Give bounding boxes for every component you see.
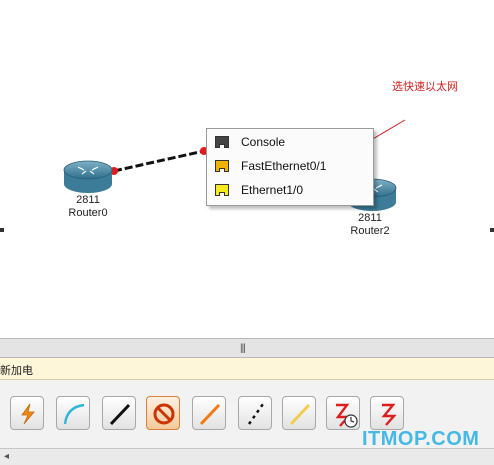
router2-model-label: 2811 xyxy=(358,212,382,224)
splitter-grip-icon[interactable]: ||| xyxy=(240,343,246,354)
port-selection-menu: Console FastEthernet0/1 Ethernet1/0 xyxy=(206,128,374,206)
panel-splitter[interactable]: ||| xyxy=(0,338,494,358)
ethernet-port-icon xyxy=(215,184,229,196)
tool-serial-dce-cable[interactable] xyxy=(326,396,360,430)
workspace-edge-marker-left xyxy=(0,228,4,232)
port-option-ethernet1-0[interactable]: Ethernet1/0 xyxy=(211,179,369,201)
workspace-edge-marker-right xyxy=(490,228,494,232)
serial-icon xyxy=(381,403,397,426)
tool-serial-dte-cable[interactable] xyxy=(370,396,404,430)
port-option-console[interactable]: Console xyxy=(211,131,369,153)
annotation-text: 选快速以太网 xyxy=(392,81,458,93)
orange-cable-icon xyxy=(199,403,221,426)
router0-icon[interactable] xyxy=(60,158,116,196)
tool-copper-straight-cable[interactable] xyxy=(102,396,136,430)
tool-console-cable[interactable] xyxy=(56,396,90,430)
console-port-icon xyxy=(215,136,229,148)
tool-copper-cross-cable[interactable] xyxy=(146,396,180,430)
tool-automatic-connection[interactable] xyxy=(10,396,44,430)
port-option-label: Ethernet1/0 xyxy=(241,183,304,197)
logical-workspace[interactable]: 2811 Router0 2811 Router2 Console FastEt… xyxy=(0,0,494,338)
router2-name-label[interactable]: Router2 xyxy=(338,225,402,238)
watermark-text: ITMOP.COM xyxy=(362,428,480,450)
dotted-cable-icon xyxy=(247,403,265,425)
tool-fiber-cable[interactable] xyxy=(192,396,226,430)
prohibited-icon xyxy=(153,403,175,425)
port-option-label: FastEthernet0/1 xyxy=(241,159,327,173)
tool-phone-cable[interactable] xyxy=(238,396,272,430)
router0-name-label[interactable]: Router0 xyxy=(58,207,118,220)
scroll-left-arrow-icon[interactable]: ◂ xyxy=(4,451,9,462)
straight-cable-icon xyxy=(109,403,131,426)
device-category-bar: 新加电 xyxy=(0,358,494,380)
category-label: 新加电 xyxy=(0,365,33,377)
curve-cable-icon xyxy=(63,403,85,425)
yellow-cable-icon xyxy=(289,403,311,426)
tool-coaxial-cable[interactable] xyxy=(282,396,316,430)
fastethernet-port-icon xyxy=(215,160,229,172)
cable-line xyxy=(113,149,205,173)
port-option-label: Console xyxy=(241,135,286,149)
lightning-icon xyxy=(21,403,35,425)
router0-model-label: 2811 xyxy=(76,194,100,206)
port-option-fastethernet0-1[interactable]: FastEthernet0/1 xyxy=(211,155,369,177)
serial-clock-icon xyxy=(335,403,358,428)
